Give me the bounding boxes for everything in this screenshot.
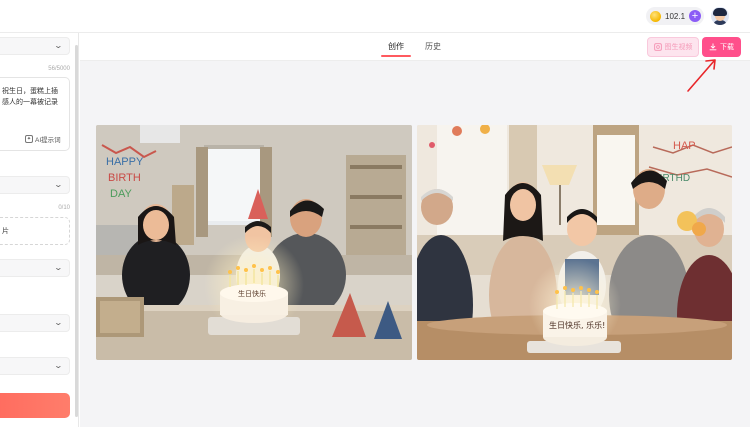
cake-text-1: 生日快乐 [238, 289, 266, 298]
image-1-illustration: HAPPY BIRTH DAY 生日快乐 [96, 125, 412, 360]
upload-label: 片 [2, 228, 9, 235]
ai-sparkle-icon: ✦ [25, 135, 33, 143]
generated-image-2[interactable]: HAP BIRTHD 生日快乐, 乐乐! [417, 125, 732, 360]
model-select[interactable]: ⌄ [0, 37, 70, 55]
ai-prompt-button[interactable]: ✦ AI提示词 [25, 134, 61, 144]
chevron-down-icon: ⌄ [53, 263, 64, 272]
main-area: 创作 历史 图生视频 下载 HAPPY BIRTH DAY 生日快乐 HAP B… [80, 33, 750, 427]
annotation-arrow [687, 59, 716, 92]
generate-button[interactable] [0, 393, 70, 418]
quality-select[interactable]: ⌄ [0, 314, 70, 332]
avatar-hair [713, 8, 727, 16]
cake-text-2: 生日快乐, 乐乐! [549, 320, 605, 330]
svg-text:HAP: HAP [673, 140, 696, 152]
active-tab-indicator [381, 55, 411, 57]
svg-text:HAPPY: HAPPY [106, 156, 144, 168]
tab-history[interactable]: 历史 [425, 41, 441, 52]
count-select[interactable]: ⌄ [0, 357, 70, 375]
tabs-bar: 创作 历史 图生视频 下载 [80, 33, 750, 61]
chevron-down-icon: ⌄ [53, 41, 64, 50]
svg-text:DAY: DAY [110, 188, 132, 200]
reference-image-upload[interactable]: 片 [0, 217, 70, 245]
image-2-illustration: HAP BIRTHD 生日快乐, 乐乐! [417, 125, 732, 360]
image-to-video-button[interactable]: 图生视频 [647, 37, 699, 57]
chevron-down-icon: ⌄ [53, 180, 64, 189]
chevron-down-icon: ⌄ [53, 361, 64, 370]
credits-value: 102.1 [665, 11, 686, 21]
ratio-select[interactable]: ⌄ [0, 259, 70, 277]
upload-counter: 0/10 [58, 205, 70, 211]
prompt-text: 祝生日，蛋糕上插 感人的一幕被记录 [2, 86, 68, 108]
tab-create[interactable]: 创作 [388, 41, 404, 52]
download-button-label: 下载 [720, 44, 734, 51]
top-bar: 102.1 + [0, 0, 750, 33]
svg-text:BIRTH: BIRTH [108, 172, 141, 184]
video-button-label: 图生视频 [664, 44, 693, 51]
download-icon [709, 43, 717, 51]
add-credits-button[interactable]: + [689, 10, 701, 22]
prompt-counter: 56/5000 [48, 66, 70, 72]
chevron-down-icon: ⌄ [53, 318, 64, 327]
prompt-textarea[interactable]: 祝生日，蛋糕上插 感人的一幕被记录 ✦ AI提示词 [0, 77, 70, 151]
prompt-line-2: 感人的一幕被记录 [2, 99, 58, 106]
video-icon [653, 43, 662, 51]
prompt-line-1: 祝生日，蛋糕上插 [2, 88, 58, 95]
generated-image-1[interactable]: HAPPY BIRTH DAY 生日快乐 [96, 125, 412, 360]
download-button[interactable]: 下载 [702, 37, 741, 57]
left-panel-scrollbar[interactable] [75, 45, 78, 417]
user-avatar[interactable] [711, 7, 729, 25]
credits-badge[interactable]: 102.1 + [646, 7, 704, 25]
left-panel: ⌄ 56/5000 祝生日，蛋糕上插 感人的一幕被记录 ✦ AI提示词 ⌄ 0/… [0, 33, 79, 427]
ai-prompt-label: AI提示词 [35, 137, 61, 144]
style-select[interactable]: ⌄ [0, 176, 70, 194]
coin-icon [650, 10, 661, 22]
